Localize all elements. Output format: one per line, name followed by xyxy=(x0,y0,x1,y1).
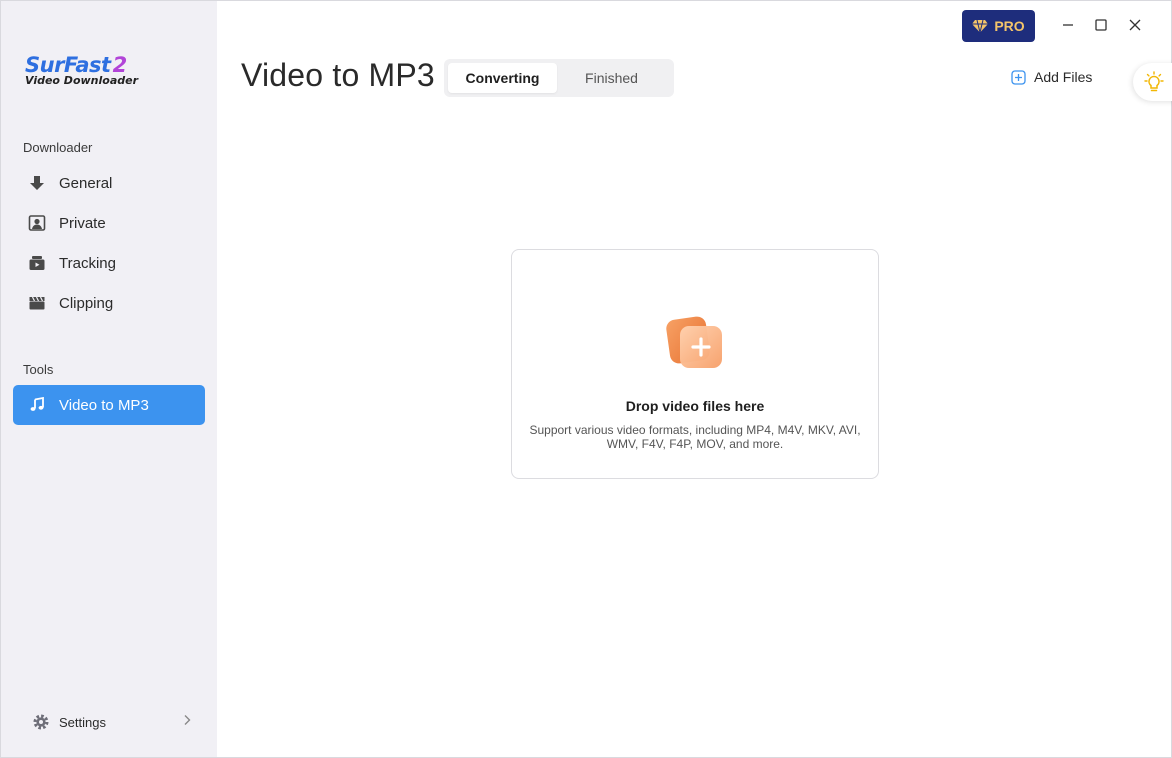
page-title: Video to MP3 xyxy=(241,57,435,93)
sidebar-item-label: Clipping xyxy=(59,294,114,312)
close-icon xyxy=(1129,19,1141,31)
sidebar-item-label: Video to MP3 xyxy=(59,396,149,414)
sidebar-item-label: Private xyxy=(59,214,106,232)
plus-square-icon xyxy=(1011,69,1026,85)
app-logo: SurFast2 Video Downloader xyxy=(25,53,145,93)
app-window: SurFast2 Video Downloader Downloader Gen… xyxy=(0,0,1172,758)
file-drop-zone[interactable]: Drop video files here Support various vi… xyxy=(511,249,879,479)
settings-button[interactable]: Settings xyxy=(13,703,205,741)
gear-icon xyxy=(31,712,51,732)
private-user-icon xyxy=(27,213,47,233)
maximize-icon xyxy=(1095,19,1107,31)
clapperboard-icon xyxy=(27,293,47,313)
drop-zone-title: Drop video files here xyxy=(625,398,765,414)
maximize-button[interactable] xyxy=(1091,15,1111,35)
lightbulb-icon xyxy=(1144,71,1164,92)
close-button[interactable] xyxy=(1125,15,1145,35)
music-note-icon xyxy=(27,395,47,415)
minimize-button[interactable] xyxy=(1058,15,1078,35)
settings-label: Settings xyxy=(59,714,106,730)
downloader-section-label: Downloader xyxy=(23,140,93,155)
sidebar-item-private[interactable]: Private xyxy=(13,203,205,243)
sidebar-item-label: Tracking xyxy=(59,254,116,272)
add-files-folder-icon xyxy=(666,316,726,372)
sidebar-item-general[interactable]: General xyxy=(13,163,205,203)
add-files-label: Add Files xyxy=(1034,69,1093,85)
tab-converting[interactable]: Converting xyxy=(448,63,557,93)
sidebar: SurFast2 Video Downloader Downloader Gen… xyxy=(1,1,217,757)
tools-section-label: Tools xyxy=(23,362,54,377)
download-arrow-icon xyxy=(27,173,47,193)
chevron-right-icon xyxy=(183,714,191,729)
sidebar-item-label: General xyxy=(59,174,113,192)
diamond-icon xyxy=(972,19,989,33)
tab-finished[interactable]: Finished xyxy=(557,63,666,93)
minimize-icon xyxy=(1063,24,1073,26)
drop-zone-description: Support various video formats, including… xyxy=(529,423,861,451)
add-files-button[interactable]: Add Files xyxy=(1011,67,1092,87)
tab-bar: Converting Finished xyxy=(444,59,674,97)
tracking-video-icon xyxy=(27,253,47,273)
tips-bulb-button[interactable] xyxy=(1133,63,1172,101)
main-content: Video to MP3 Converting Finished PRO Add… xyxy=(217,1,1172,757)
pro-upgrade-button[interactable]: PRO xyxy=(962,10,1035,42)
sidebar-item-tracking[interactable]: Tracking xyxy=(13,243,205,283)
pro-label: PRO xyxy=(994,18,1025,34)
logo-subtitle: Video Downloader xyxy=(25,74,139,87)
sidebar-item-video-to-mp3[interactable]: Video to MP3 xyxy=(13,385,205,425)
sidebar-item-clipping[interactable]: Clipping xyxy=(13,283,205,323)
